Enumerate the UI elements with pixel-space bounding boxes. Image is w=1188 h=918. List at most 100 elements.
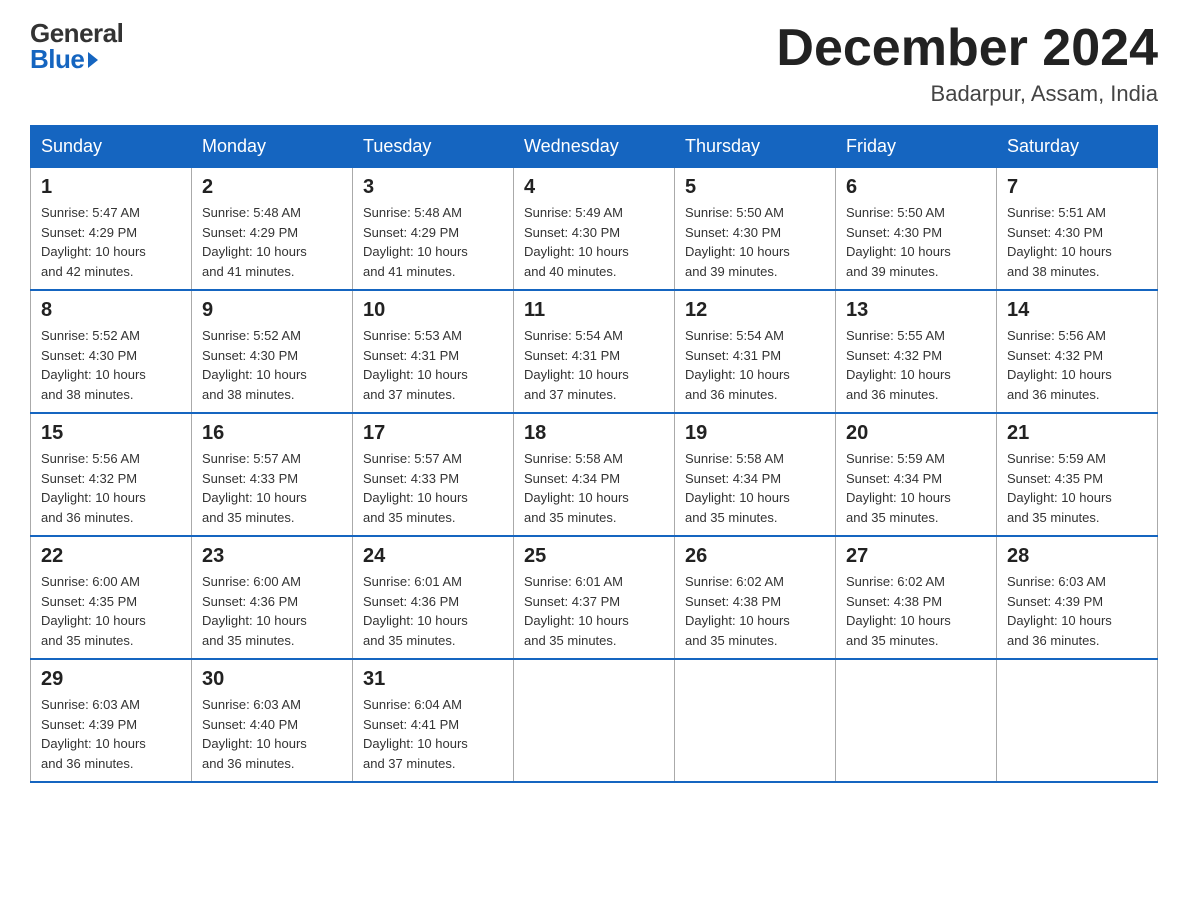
header-day-monday: Monday xyxy=(192,126,353,168)
day-number: 25 xyxy=(524,545,664,568)
day-info: Sunrise: 5:54 AMSunset: 4:31 PMDaylight:… xyxy=(685,326,825,404)
calendar-body: 1 Sunrise: 5:47 AMSunset: 4:29 PMDaylight… xyxy=(31,168,1158,783)
day-number: 26 xyxy=(685,545,825,568)
logo: General Blue xyxy=(30,20,123,72)
calendar-cell: 17 Sunrise: 5:57 AMSunset: 4:33 PMDayligh… xyxy=(353,413,514,536)
day-number: 27 xyxy=(846,545,986,568)
calendar-week-row: 22 Sunrise: 6:00 AMSunset: 4:35 PMDayligh… xyxy=(31,536,1158,659)
day-number: 30 xyxy=(202,668,342,691)
day-info: Sunrise: 5:54 AMSunset: 4:31 PMDaylight:… xyxy=(524,326,664,404)
calendar-cell: 5 Sunrise: 5:50 AMSunset: 4:30 PMDaylight… xyxy=(675,168,836,291)
month-title: December 2024 xyxy=(776,20,1158,77)
calendar-table: SundayMondayTuesdayWednesdayThursdayFrid… xyxy=(30,125,1158,783)
day-info: Sunrise: 6:04 AMSunset: 4:41 PMDaylight:… xyxy=(363,695,503,773)
header-day-friday: Friday xyxy=(836,126,997,168)
calendar-cell: 29 Sunrise: 6:03 AMSunset: 4:39 PMDayligh… xyxy=(31,659,192,782)
day-number: 1 xyxy=(41,176,181,199)
day-info: Sunrise: 5:59 AMSunset: 4:34 PMDaylight:… xyxy=(846,449,986,527)
day-number: 3 xyxy=(363,176,503,199)
day-info: Sunrise: 6:00 AMSunset: 4:36 PMDaylight:… xyxy=(202,572,342,650)
calendar-cell: 11 Sunrise: 5:54 AMSunset: 4:31 PMDayligh… xyxy=(514,290,675,413)
calendar-cell: 12 Sunrise: 5:54 AMSunset: 4:31 PMDayligh… xyxy=(675,290,836,413)
header-day-thursday: Thursday xyxy=(675,126,836,168)
day-info: Sunrise: 5:58 AMSunset: 4:34 PMDaylight:… xyxy=(685,449,825,527)
calendar-week-row: 1 Sunrise: 5:47 AMSunset: 4:29 PMDaylight… xyxy=(31,168,1158,291)
calendar-cell xyxy=(514,659,675,782)
logo-arrow-icon xyxy=(88,52,98,68)
day-info: Sunrise: 6:02 AMSunset: 4:38 PMDaylight:… xyxy=(685,572,825,650)
calendar-cell: 20 Sunrise: 5:59 AMSunset: 4:34 PMDayligh… xyxy=(836,413,997,536)
day-number: 12 xyxy=(685,299,825,322)
day-info: Sunrise: 6:03 AMSunset: 4:39 PMDaylight:… xyxy=(1007,572,1147,650)
day-info: Sunrise: 5:48 AMSunset: 4:29 PMDaylight:… xyxy=(202,203,342,281)
day-info: Sunrise: 6:01 AMSunset: 4:37 PMDaylight:… xyxy=(524,572,664,650)
day-info: Sunrise: 6:00 AMSunset: 4:35 PMDaylight:… xyxy=(41,572,181,650)
day-info: Sunrise: 5:47 AMSunset: 4:29 PMDaylight:… xyxy=(41,203,181,281)
calendar-cell: 21Sunrise: 5:59 AMSunset: 4:35 PMDayligh… xyxy=(997,413,1158,536)
calendar-week-row: 29 Sunrise: 6:03 AMSunset: 4:39 PMDayligh… xyxy=(31,659,1158,782)
day-info: Sunrise: 5:55 AMSunset: 4:32 PMDaylight:… xyxy=(846,326,986,404)
day-info: Sunrise: 5:57 AMSunset: 4:33 PMDaylight:… xyxy=(363,449,503,527)
day-info: Sunrise: 5:59 AMSunset: 4:35 PMDaylight:… xyxy=(1007,449,1147,527)
header-day-sunday: Sunday xyxy=(31,126,192,168)
calendar-cell: 16Sunrise: 5:57 AMSunset: 4:33 PMDayligh… xyxy=(192,413,353,536)
day-info: Sunrise: 5:51 AMSunset: 4:30 PMDaylight:… xyxy=(1007,203,1147,281)
title-block: December 2024 Badarpur, Assam, India xyxy=(776,20,1158,107)
day-number: 24 xyxy=(363,545,503,568)
calendar-header: SundayMondayTuesdayWednesdayThursdayFrid… xyxy=(31,126,1158,168)
day-number: 22 xyxy=(41,545,181,568)
header-day-wednesday: Wednesday xyxy=(514,126,675,168)
day-info: Sunrise: 5:57 AMSunset: 4:33 PMDaylight:… xyxy=(202,449,342,527)
calendar-week-row: 8Sunrise: 5:52 AMSunset: 4:30 PMDaylight… xyxy=(31,290,1158,413)
day-number: 20 xyxy=(846,422,986,445)
day-number: 9 xyxy=(202,299,342,322)
calendar-cell: 15Sunrise: 5:56 AMSunset: 4:32 PMDayligh… xyxy=(31,413,192,536)
header-day-tuesday: Tuesday xyxy=(353,126,514,168)
day-number: 19 xyxy=(685,422,825,445)
day-info: Sunrise: 5:52 AMSunset: 4:30 PMDaylight:… xyxy=(202,326,342,404)
calendar-cell: 19 Sunrise: 5:58 AMSunset: 4:34 PMDayligh… xyxy=(675,413,836,536)
day-number: 18 xyxy=(524,422,664,445)
calendar-cell: 9 Sunrise: 5:52 AMSunset: 4:30 PMDaylight… xyxy=(192,290,353,413)
day-info: Sunrise: 5:53 AMSunset: 4:31 PMDaylight:… xyxy=(363,326,503,404)
day-info: Sunrise: 5:49 AMSunset: 4:30 PMDaylight:… xyxy=(524,203,664,281)
day-number: 29 xyxy=(41,668,181,691)
day-number: 13 xyxy=(846,299,986,322)
calendar-cell xyxy=(836,659,997,782)
calendar-cell xyxy=(675,659,836,782)
day-info: Sunrise: 6:01 AMSunset: 4:36 PMDaylight:… xyxy=(363,572,503,650)
calendar-cell: 30 Sunrise: 6:03 AMSunset: 4:40 PMDayligh… xyxy=(192,659,353,782)
calendar-cell: 1 Sunrise: 5:47 AMSunset: 4:29 PMDaylight… xyxy=(31,168,192,291)
calendar-cell: 31 Sunrise: 6:04 AMSunset: 4:41 PMDayligh… xyxy=(353,659,514,782)
logo-general-text: General xyxy=(30,20,123,46)
day-number: 31 xyxy=(363,668,503,691)
day-info: Sunrise: 5:48 AMSunset: 4:29 PMDaylight:… xyxy=(363,203,503,281)
calendar-cell: 8Sunrise: 5:52 AMSunset: 4:30 PMDaylight… xyxy=(31,290,192,413)
day-info: Sunrise: 5:50 AMSunset: 4:30 PMDaylight:… xyxy=(685,203,825,281)
calendar-week-row: 15Sunrise: 5:56 AMSunset: 4:32 PMDayligh… xyxy=(31,413,1158,536)
day-number: 28 xyxy=(1007,545,1147,568)
calendar-cell: 26 Sunrise: 6:02 AMSunset: 4:38 PMDayligh… xyxy=(675,536,836,659)
calendar-cell: 14Sunrise: 5:56 AMSunset: 4:32 PMDayligh… xyxy=(997,290,1158,413)
day-info: Sunrise: 6:03 AMSunset: 4:40 PMDaylight:… xyxy=(202,695,342,773)
day-info: Sunrise: 6:03 AMSunset: 4:39 PMDaylight:… xyxy=(41,695,181,773)
day-number: 11 xyxy=(524,299,664,322)
header-day-saturday: Saturday xyxy=(997,126,1158,168)
day-number: 5 xyxy=(685,176,825,199)
day-number: 17 xyxy=(363,422,503,445)
day-number: 2 xyxy=(202,176,342,199)
calendar-cell: 25 Sunrise: 6:01 AMSunset: 4:37 PMDayligh… xyxy=(514,536,675,659)
calendar-cell: 27Sunrise: 6:02 AMSunset: 4:38 PMDayligh… xyxy=(836,536,997,659)
calendar-cell: 23Sunrise: 6:00 AMSunset: 4:36 PMDayligh… xyxy=(192,536,353,659)
header-row: SundayMondayTuesdayWednesdayThursdayFrid… xyxy=(31,126,1158,168)
calendar-cell: 28 Sunrise: 6:03 AMSunset: 4:39 PMDayligh… xyxy=(997,536,1158,659)
calendar-cell: 7Sunrise: 5:51 AMSunset: 4:30 PMDaylight… xyxy=(997,168,1158,291)
calendar-cell: 18 Sunrise: 5:58 AMSunset: 4:34 PMDayligh… xyxy=(514,413,675,536)
day-info: Sunrise: 5:58 AMSunset: 4:34 PMDaylight:… xyxy=(524,449,664,527)
calendar-cell: 13 Sunrise: 5:55 AMSunset: 4:32 PMDayligh… xyxy=(836,290,997,413)
logo-blue-text: Blue xyxy=(30,46,98,72)
calendar-cell: 6Sunrise: 5:50 AMSunset: 4:30 PMDaylight… xyxy=(836,168,997,291)
day-info: Sunrise: 5:50 AMSunset: 4:30 PMDaylight:… xyxy=(846,203,986,281)
day-info: Sunrise: 5:56 AMSunset: 4:32 PMDaylight:… xyxy=(1007,326,1147,404)
calendar-cell: 2 Sunrise: 5:48 AMSunset: 4:29 PMDaylight… xyxy=(192,168,353,291)
